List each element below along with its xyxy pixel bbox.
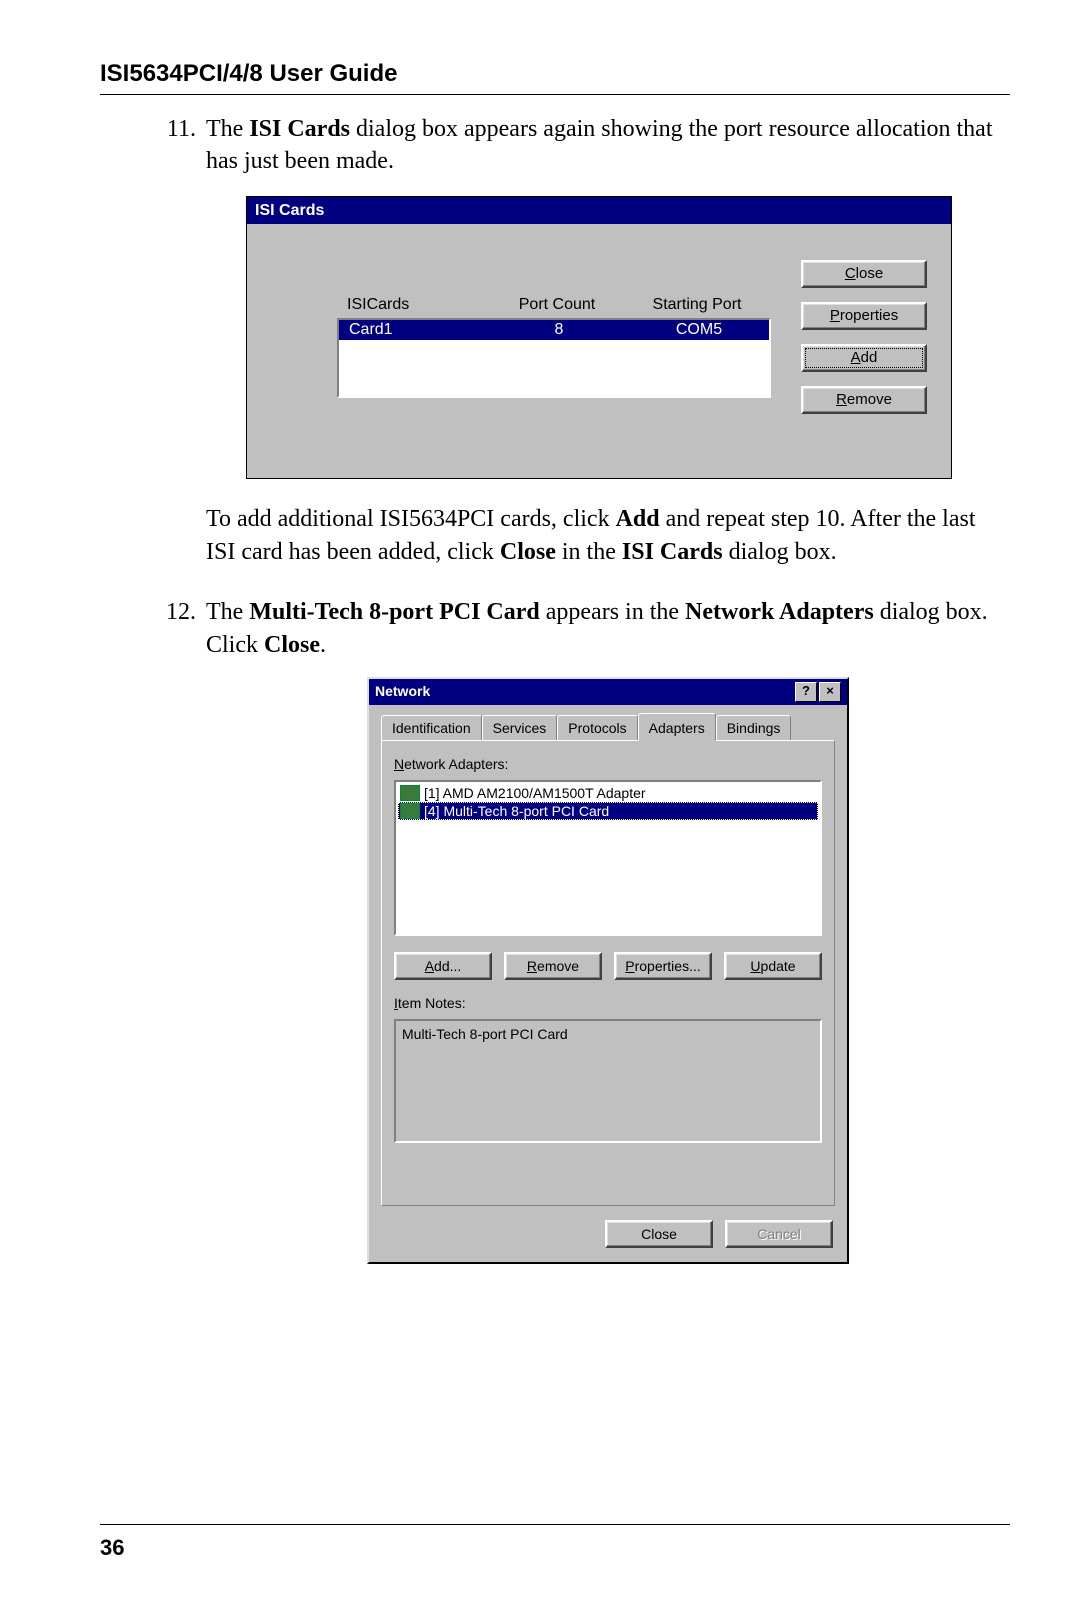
remove-button[interactable]: Remove <box>801 386 927 414</box>
list-item-label: [4] Multi-Tech 8-port PCI Card <box>424 802 609 820</box>
adapters-label: Network Adapters: <box>394 755 822 774</box>
step-12-text: The Multi-Tech 8-port PCI Card appears i… <box>206 596 1010 661</box>
update-button[interactable]: Update <box>724 952 822 980</box>
text-bold: Multi-Tech 8-port PCI Card <box>249 599 539 625</box>
list-item-label: [1] AMD AM2100/AM1500T Adapter <box>424 784 646 802</box>
close-button[interactable]: Close <box>801 260 927 288</box>
text: in the <box>556 539 622 565</box>
cell: Card1 <box>339 320 489 340</box>
adapter-icon <box>400 785 420 801</box>
dialog-title: Network <box>375 682 793 701</box>
step-11-outro: To add additional ISI5634PCI cards, clic… <box>206 503 1010 568</box>
dialog-title: ISI Cards <box>247 197 951 225</box>
text-bold: ISI Cards <box>249 116 350 142</box>
item-notes-label: Item Notes: <box>394 994 822 1013</box>
footer-rule <box>100 1524 1010 1525</box>
col-header: ISICards <box>337 294 487 316</box>
close-button[interactable]: Close <box>605 1220 713 1248</box>
adapters-list[interactable]: [1] AMD AM2100/AM1500T Adapter [4] Multi… <box>394 780 822 936</box>
header-rule <box>100 94 1010 95</box>
text-bold: Close <box>264 632 320 658</box>
text-bold: Add <box>616 506 660 532</box>
text: appears in the <box>540 599 685 625</box>
isi-list[interactable]: Card1 8 COM5 <box>337 318 771 398</box>
step-number: 12. <box>150 596 206 1264</box>
step-11: 11. The ISI Cards dialog box appears aga… <box>150 113 1010 568</box>
tab-identification[interactable]: Identification <box>381 715 482 741</box>
list-header: ISICards Port Count Starting Port <box>337 294 771 316</box>
text: The <box>206 116 249 142</box>
step-number: 11. <box>150 113 206 568</box>
tab-adapters[interactable]: Adapters <box>638 713 716 741</box>
tab-protocols[interactable]: Protocols <box>557 715 637 741</box>
help-icon[interactable]: ? <box>795 682 817 702</box>
text-bold: Close <box>500 539 556 565</box>
add-button[interactable]: Add <box>801 344 927 372</box>
cell: COM5 <box>629 320 769 340</box>
add-button[interactable]: Add... <box>394 952 492 980</box>
adapter-icon <box>400 803 420 819</box>
text-bold: ISI Cards <box>622 539 723 565</box>
item-notes: Multi-Tech 8-port PCI Card <box>394 1019 822 1143</box>
properties-button[interactable]: Properties <box>801 302 927 330</box>
list-item[interactable]: [4] Multi-Tech 8-port PCI Card <box>398 802 818 820</box>
tab-strip: Identification Services Protocols Adapte… <box>381 715 835 741</box>
page-header: ISI5634PCI/4/8 User Guide <box>100 60 1010 88</box>
list-item[interactable]: Card1 8 COM5 <box>339 320 769 340</box>
step-11-intro: The ISI Cards dialog box appears again s… <box>206 113 1010 178</box>
step-12: 12. The Multi-Tech 8-port PCI Card appea… <box>150 596 1010 1264</box>
col-header: Port Count <box>487 294 627 316</box>
remove-button[interactable]: Remove <box>504 952 602 980</box>
properties-button[interactable]: Properties... <box>614 952 712 980</box>
page-number: 36 <box>100 1535 1010 1561</box>
tab-bindings[interactable]: Bindings <box>716 715 792 741</box>
cell: 8 <box>489 320 629 340</box>
cancel-button: Cancel <box>725 1220 833 1248</box>
col-header: Starting Port <box>627 294 767 316</box>
isi-cards-dialog: ISI Cards ISICards Port Count Starting P… <box>246 196 952 480</box>
text: The <box>206 599 249 625</box>
tab-services[interactable]: Services <box>482 715 558 741</box>
text: . <box>320 632 326 658</box>
text: dialog box. <box>723 539 837 565</box>
close-icon[interactable]: × <box>819 682 841 702</box>
dialog-title-bar: Network ? × <box>369 679 847 705</box>
text-bold: Network Adapters <box>685 599 874 625</box>
network-dialog: Network ? × Identification Services Prot… <box>367 677 849 1264</box>
tab-panel-adapters: Network Adapters: [1] AMD AM2100/AM1500T… <box>381 740 835 1206</box>
list-item[interactable]: [1] AMD AM2100/AM1500T Adapter <box>398 784 818 802</box>
text: To add additional ISI5634PCI cards, clic… <box>206 506 616 532</box>
